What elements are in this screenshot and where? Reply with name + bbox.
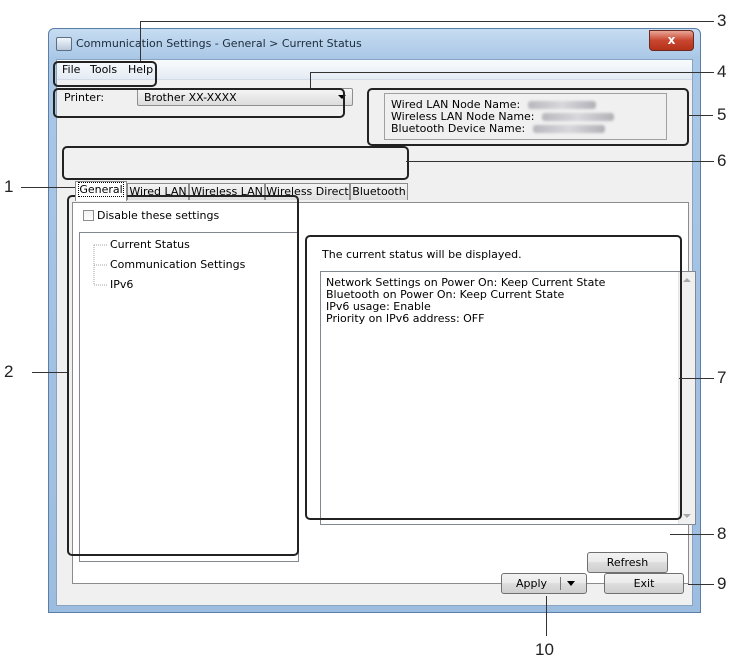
callout-leader-2	[32, 372, 67, 373]
callout-leader-8	[670, 534, 714, 535]
callout-box-node-info	[367, 88, 689, 146]
apply-dropdown-arrow-icon[interactable]	[567, 581, 575, 586]
callout-number-6: 6	[717, 151, 727, 170]
callout-leader-5	[687, 115, 713, 116]
callout-leader-1	[21, 187, 83, 188]
callout-number-3: 3	[717, 11, 727, 30]
tab-bluetooth[interactable]: Bluetooth	[350, 183, 408, 200]
refresh-button[interactable]: Refresh	[587, 552, 668, 573]
tab-general[interactable]: General	[75, 181, 127, 201]
callout-number-2: 2	[4, 362, 14, 381]
callout-number-4: 4	[717, 62, 727, 81]
callout-leader-7	[679, 378, 714, 379]
apply-button-label: Apply	[516, 577, 548, 590]
callout-number-5: 5	[717, 105, 727, 124]
callout-box-tabs	[62, 146, 409, 180]
callout-leader-3	[140, 21, 714, 22]
callout-number-1: 1	[4, 177, 14, 196]
app-icon	[56, 37, 72, 51]
callout-leader-4-drop	[310, 72, 311, 88]
callout-box-tree	[67, 195, 299, 556]
scroll-down-arrow-icon[interactable]	[683, 513, 691, 519]
callout-box-menu	[53, 61, 157, 87]
callout-number-10: 10	[535, 640, 554, 659]
callout-box-printer	[53, 88, 345, 118]
callout-number-8: 8	[717, 524, 727, 543]
apply-split-divider	[560, 577, 561, 590]
callout-leader-10	[546, 596, 547, 636]
callout-leader-9	[688, 584, 714, 585]
close-button[interactable]: x	[649, 30, 694, 51]
callout-leader-3-drop	[140, 21, 141, 61]
apply-button[interactable]: Apply	[501, 573, 587, 594]
callout-number-7: 7	[717, 368, 727, 387]
scroll-up-arrow-icon[interactable]	[683, 277, 691, 283]
callout-number-9: 9	[717, 574, 727, 593]
tab-general-label: General	[78, 182, 124, 197]
exit-button[interactable]: Exit	[604, 573, 684, 594]
window-title: Communication Settings - General > Curre…	[76, 37, 362, 50]
callout-box-status	[305, 235, 682, 520]
callout-leader-4	[310, 72, 714, 73]
callout-leader-6	[406, 161, 714, 162]
title-bar[interactable]: Communication Settings - General > Curre…	[49, 29, 700, 59]
